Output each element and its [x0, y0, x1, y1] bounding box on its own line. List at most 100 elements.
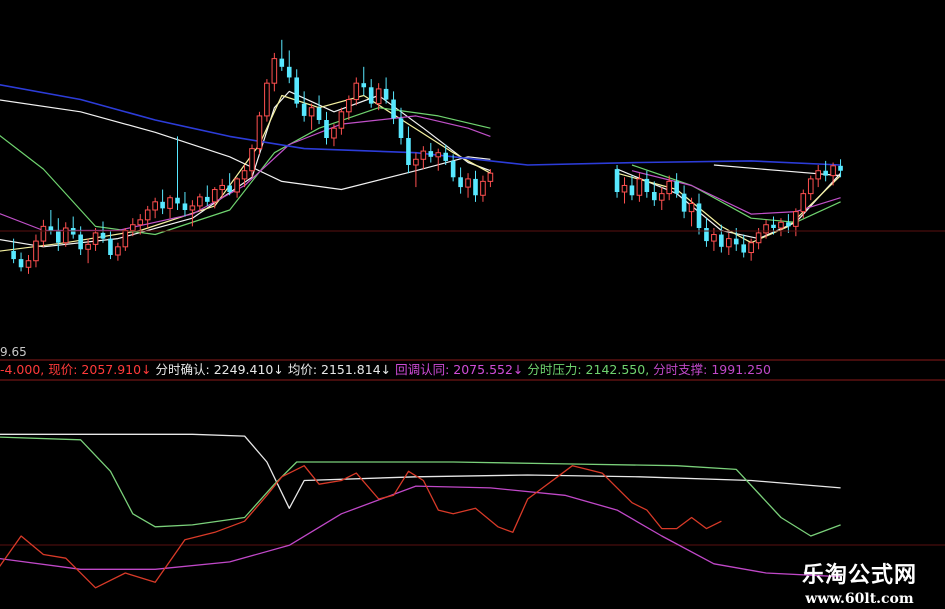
candle-body	[256, 115, 263, 150]
candle	[256, 111, 263, 155]
candle-body	[755, 232, 762, 244]
candle-body	[160, 201, 165, 209]
candle-body	[316, 107, 322, 120]
candle-body	[85, 243, 91, 250]
candle-body	[115, 246, 121, 256]
candle	[271, 52, 278, 92]
candle-body	[748, 242, 754, 254]
candle-body	[786, 222, 791, 227]
candle-body	[688, 202, 695, 213]
candle	[465, 173, 471, 198]
candle-body	[279, 58, 285, 67]
candle-body	[391, 99, 396, 119]
oscillator-line-0	[0, 433, 841, 509]
candle-body	[636, 178, 643, 196]
candle-body	[398, 118, 404, 138]
candle	[621, 177, 628, 204]
candle-body	[249, 148, 255, 172]
candle	[406, 126, 411, 174]
candle-body	[346, 99, 352, 113]
candle-body	[11, 250, 16, 260]
candle	[391, 91, 396, 125]
candle	[480, 175, 486, 202]
candle-body	[338, 111, 345, 129]
candle	[324, 111, 329, 145]
watermark-name: 乐淘公式网	[801, 563, 917, 588]
candle-body	[18, 259, 24, 268]
candle-body	[361, 83, 367, 88]
candle-body	[674, 181, 679, 194]
candle-body	[56, 230, 61, 243]
stock-chart	[0, 39, 945, 589]
candle	[294, 69, 299, 108]
candle-body	[830, 165, 836, 177]
candle	[428, 142, 434, 163]
candle-body	[681, 193, 687, 212]
candle-body	[264, 82, 270, 117]
candle	[301, 91, 307, 122]
candle-body	[823, 170, 828, 176]
candle-body	[375, 88, 382, 105]
candle-body	[487, 172, 494, 182]
candle	[70, 216, 76, 239]
info-item-2: 分时确认: 2249.410↓	[155, 362, 288, 377]
candle-body	[450, 160, 456, 178]
candle	[420, 146, 427, 170]
candle-body	[137, 219, 144, 226]
candle-body	[807, 178, 814, 195]
watermark-site: www.60lt.com	[805, 591, 914, 607]
oscillator-panel	[0, 433, 841, 589]
moving-average-line-5	[0, 83, 841, 166]
info-item-3: 均价: 2151.814↓	[287, 362, 396, 377]
candle	[688, 197, 695, 227]
candle-body	[406, 138, 411, 165]
candle	[33, 234, 39, 268]
candle-body	[92, 232, 99, 245]
candle	[264, 79, 270, 122]
candle-body	[324, 120, 329, 138]
candle	[807, 175, 814, 201]
indicator-info-bar: -4.000, 现价: 2057.910↓ 分时确认: 2249.410↓ 均价…	[0, 361, 945, 379]
candle-body	[368, 87, 374, 104]
candle-body	[629, 185, 635, 196]
candle-body	[838, 165, 843, 171]
info-item-1: 现价: 2057.910↓	[48, 362, 156, 377]
candle-body	[219, 184, 225, 191]
candle	[346, 95, 352, 120]
candle-body	[800, 193, 807, 213]
candle-body	[33, 240, 39, 262]
candle-body	[25, 260, 32, 268]
candle-body	[719, 234, 724, 247]
candle-body	[130, 224, 136, 231]
candle	[458, 167, 463, 194]
candle	[152, 197, 158, 219]
candle	[62, 222, 69, 247]
candle-body	[227, 185, 232, 192]
candle-body	[793, 211, 799, 227]
candle-body	[241, 170, 248, 180]
candle-body	[711, 234, 717, 242]
candle	[629, 175, 635, 201]
main-price-panel	[0, 39, 843, 274]
candle-body	[420, 150, 427, 160]
candle	[279, 39, 285, 71]
candle-body	[443, 152, 448, 161]
candle-body	[108, 238, 113, 255]
candle	[286, 50, 292, 84]
candle	[704, 218, 709, 247]
candle-body	[658, 193, 665, 201]
candle	[696, 193, 702, 235]
candle	[167, 195, 173, 219]
candle-body	[696, 203, 702, 228]
candle	[40, 219, 47, 247]
candle-body	[473, 178, 478, 196]
candle-body	[465, 178, 471, 188]
candle	[338, 107, 345, 135]
candle	[361, 66, 367, 96]
candle-body	[815, 170, 822, 180]
moving-average-line-10	[713, 164, 841, 177]
candle-body	[763, 224, 769, 234]
candle-body	[704, 228, 709, 242]
info-item-6: 分时支撑: 1991.250	[653, 362, 771, 377]
candle-body	[205, 196, 210, 202]
